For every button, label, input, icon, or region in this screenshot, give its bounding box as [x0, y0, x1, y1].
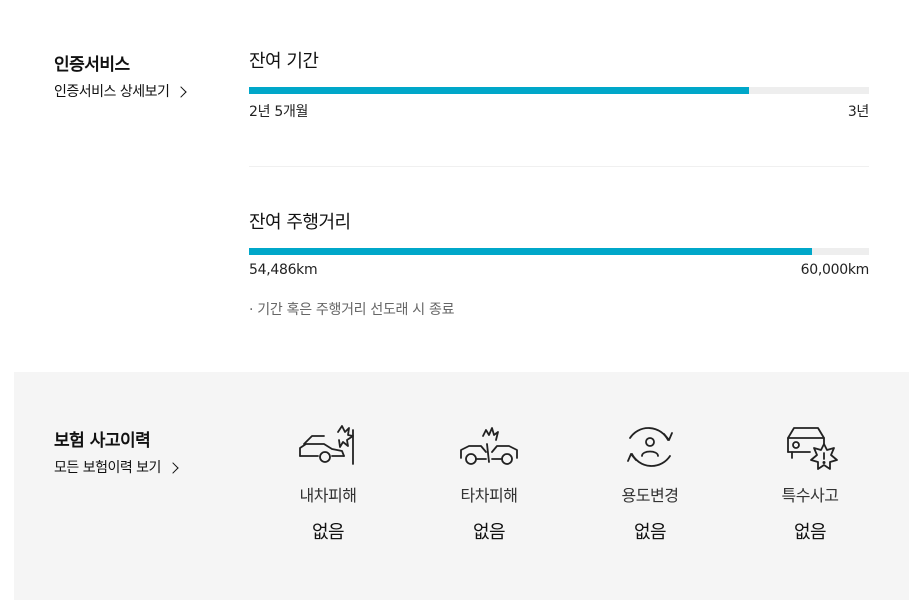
- insurance-item-label: 용도변경: [621, 486, 679, 505]
- insurance-item-value: 없음: [472, 522, 506, 543]
- chevron-right-icon: [175, 85, 188, 98]
- remaining-mileage: 잔여 주행거리 54,486km 60,000km: [249, 208, 869, 278]
- remaining-period-label: 잔여 기간: [249, 51, 319, 72]
- insurance-item-value: 없음: [793, 522, 827, 543]
- expiry-note: · 기간 혹은 주행거리 선도래 시 종료: [249, 302, 455, 318]
- cert-detail-link[interactable]: 인증서비스 상세보기: [54, 81, 188, 101]
- insurance-item-value: 없음: [633, 522, 667, 543]
- divider: [249, 166, 869, 167]
- insurance-item-label: 내차피해: [299, 486, 357, 505]
- other-car-damage-icon: [460, 427, 518, 465]
- special-accident-icon: [787, 427, 838, 470]
- remaining-period-max: 3년: [847, 104, 869, 120]
- insurance-item-label: 타차피해: [460, 486, 518, 505]
- insurance-item-value: 없음: [311, 522, 345, 543]
- insurance-title: 보험 사고이력: [54, 431, 151, 451]
- cert-detail-link-label: 인증서비스 상세보기: [54, 84, 170, 100]
- insurance-item-own-damage: 내차피해 없음: [263, 422, 393, 544]
- remaining-period-bar-fill: [249, 87, 749, 94]
- insurance-item-label: 특수사고: [781, 486, 839, 505]
- remaining-period-bar: [249, 87, 869, 94]
- insurance-history-link-label: 모든 보험이력 보기: [54, 460, 161, 476]
- insurance-item-usage-change: 용도변경 없음: [585, 422, 715, 544]
- insurance-history-link[interactable]: 모든 보험이력 보기: [54, 457, 179, 477]
- remaining-period-current: 2년 5개월: [249, 104, 309, 120]
- chevron-right-icon: [167, 461, 179, 474]
- cert-title: 인증서비스: [54, 55, 130, 75]
- usage-change-icon: [627, 427, 673, 467]
- remaining-mileage-current: 54,486km: [249, 262, 318, 278]
- remaining-mileage-bar: [249, 248, 869, 255]
- remaining-mileage-max: 60,000km: [800, 262, 870, 278]
- insurance-item-other-damage: 타차피해 없음: [424, 422, 554, 544]
- remaining-mileage-label: 잔여 주행거리: [249, 212, 351, 233]
- remaining-period: 잔여 기간 2년 5개월 3년: [249, 47, 869, 121]
- own-car-damage-icon: [299, 425, 354, 465]
- remaining-mileage-bar-fill: [249, 248, 812, 255]
- insurance-item-special-accident: 특수사고 없음: [745, 422, 875, 544]
